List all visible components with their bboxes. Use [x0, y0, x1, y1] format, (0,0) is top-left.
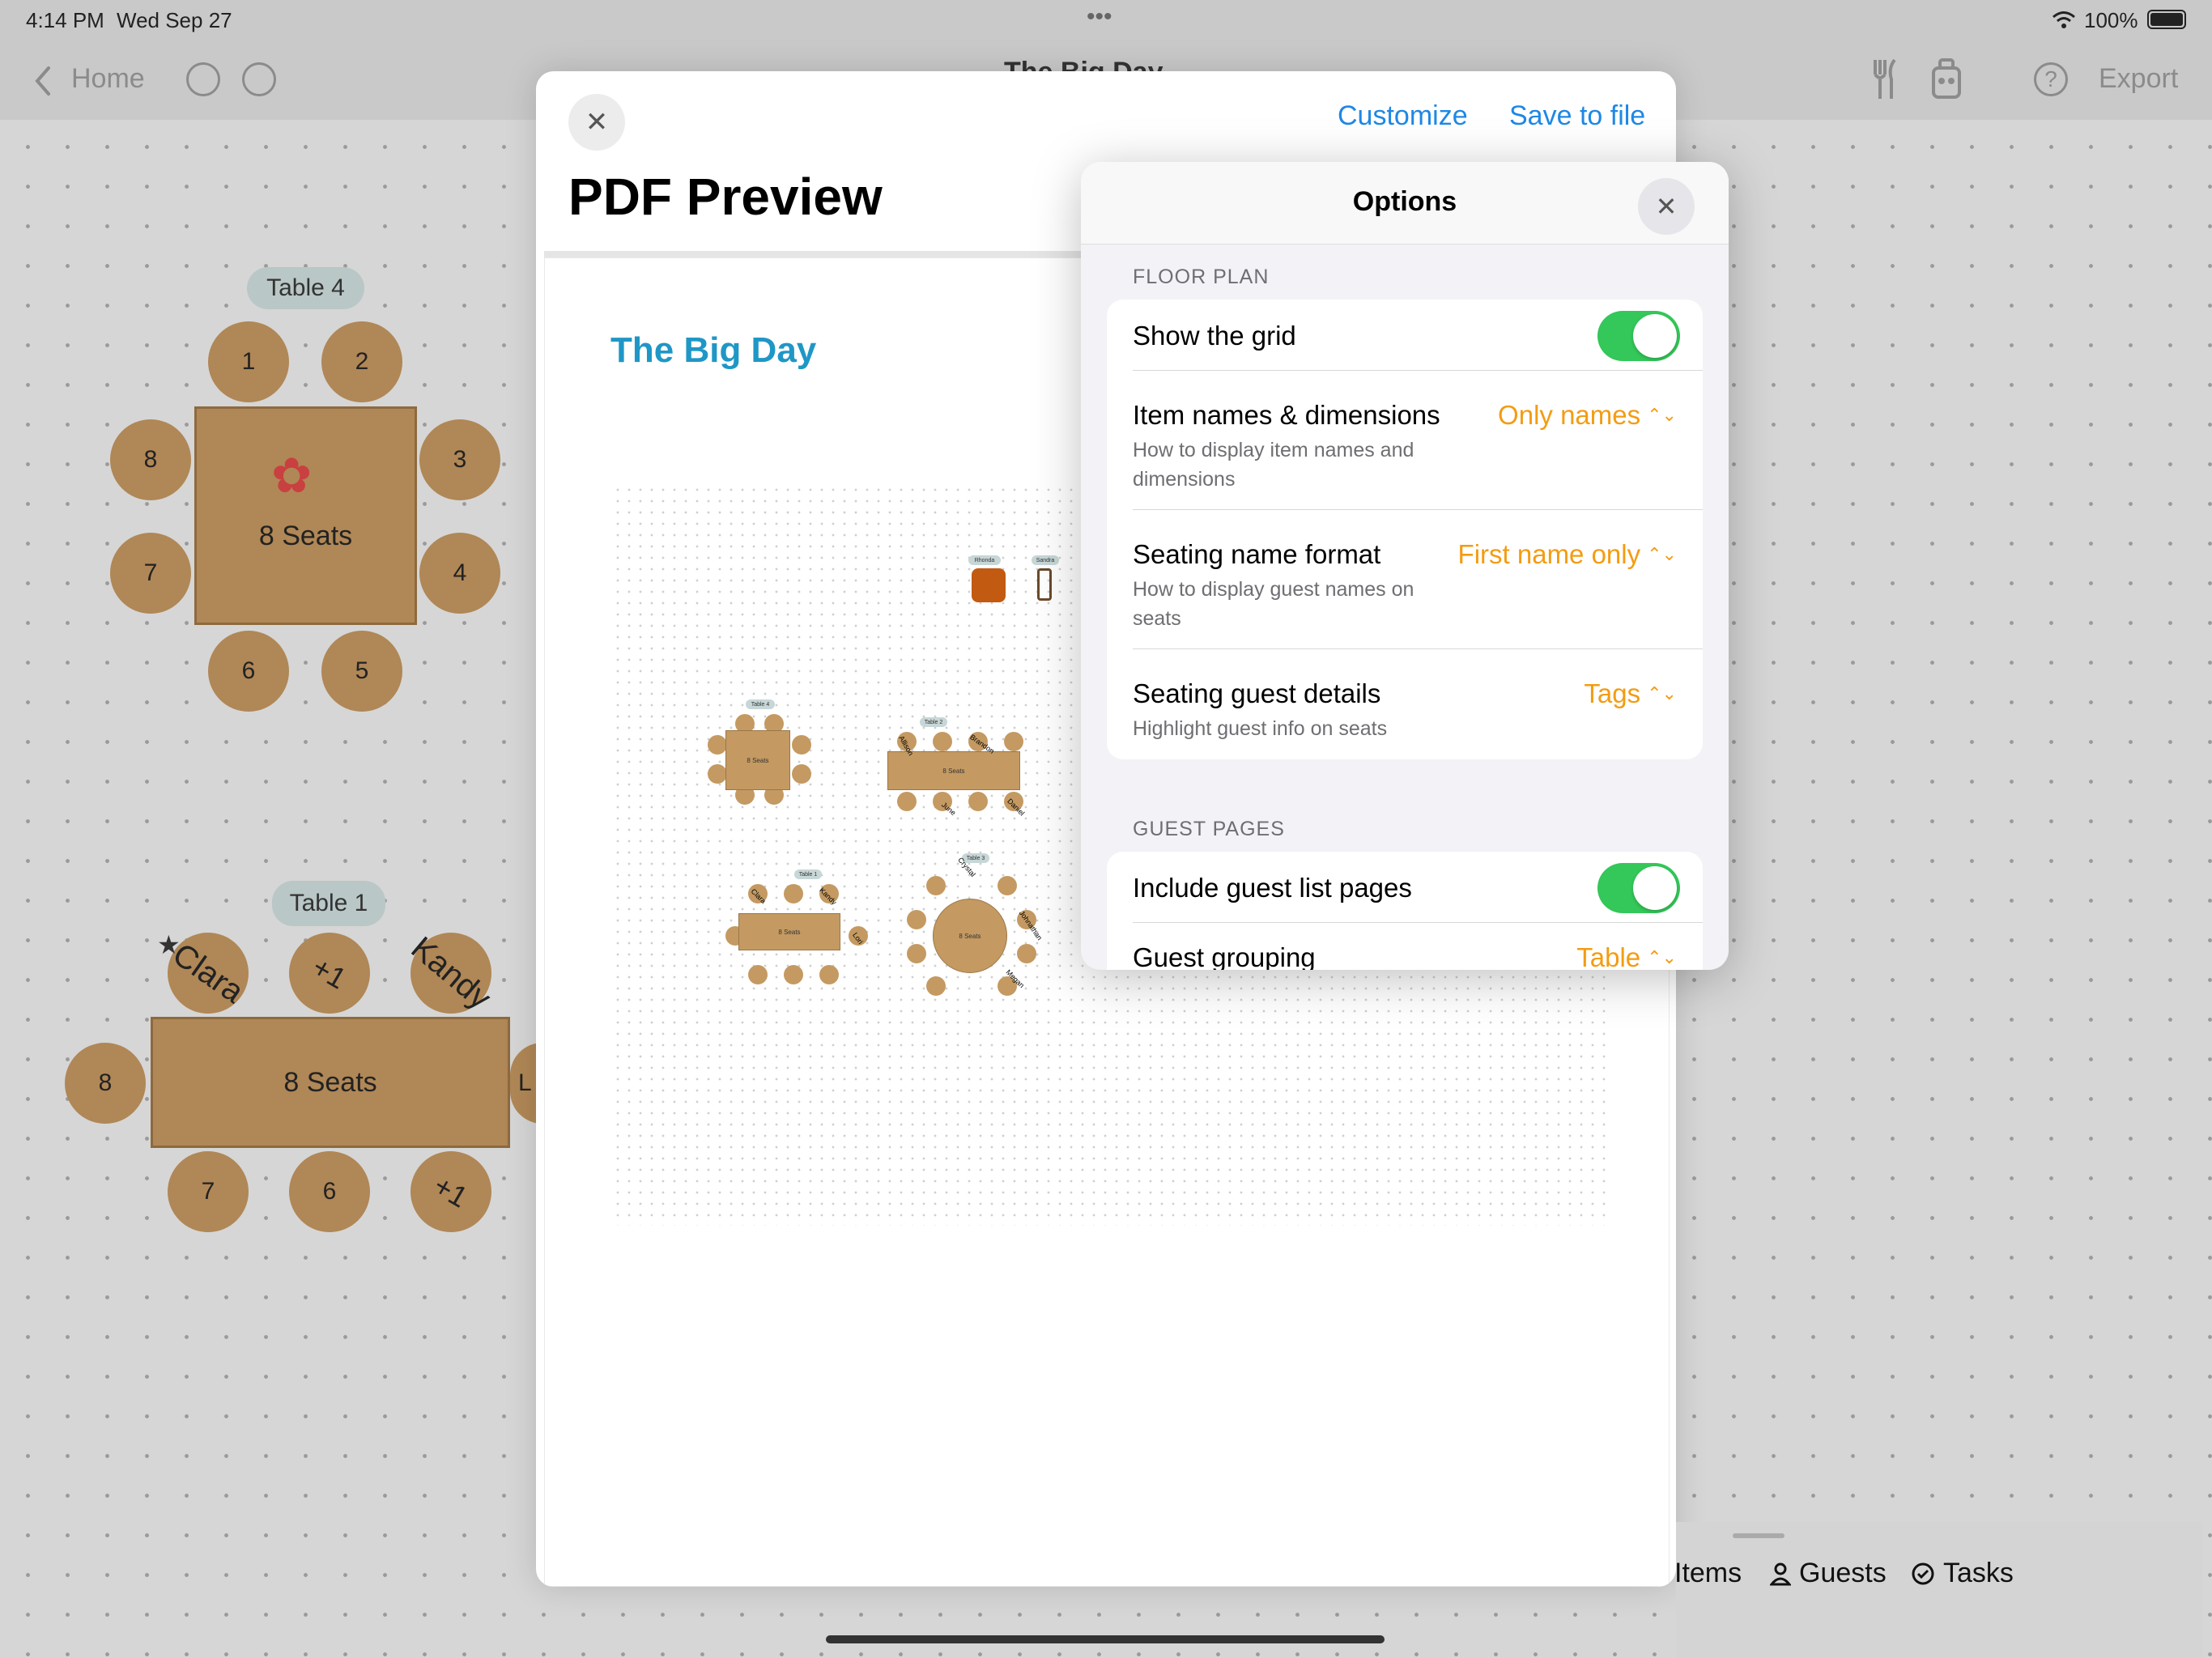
table-1-tag[interactable]: Table 1 — [272, 881, 385, 926]
table-4-seat-count: 8 Seats — [258, 520, 353, 551]
undo-icon[interactable] — [186, 62, 220, 96]
sheet-title: PDF Preview — [568, 168, 883, 226]
guest-grouping-picker[interactable]: Table ⌃⌄ — [1576, 942, 1677, 970]
seat-plus-one[interactable]: +1 — [289, 933, 370, 1014]
multitask-dots[interactable]: ••• — [1087, 3, 1112, 31]
star-icon: ★ — [157, 930, 181, 959]
mini-tag: Rhonda — [968, 555, 1001, 565]
seating-name-row[interactable]: Seating name format How to display guest… — [1107, 510, 1703, 649]
floor-plan-section-header: FLOOR PLAN — [1133, 266, 1270, 288]
bottom-panel — [1676, 1522, 2202, 1658]
guest-pages-section-header: GUEST PAGES — [1133, 818, 1285, 840]
help-button[interactable]: ? — [2034, 62, 2068, 96]
mini-table-3: 8 Seats — [933, 899, 1007, 973]
chevron-up-down-icon: ⌃⌄ — [1647, 947, 1677, 967]
dining-icon[interactable] — [1870, 57, 1899, 102]
person-icon — [1770, 1562, 1791, 1585]
mini-tag: Table 4 — [746, 699, 775, 709]
guest-pages-group: Include guest list pages Guest grouping … — [1107, 852, 1703, 970]
wifi-icon — [2052, 11, 2075, 28]
close-icon: ✕ — [585, 107, 609, 138]
mini-table-1: 8 Seats — [738, 913, 840, 950]
show-grid-toggle[interactable] — [1597, 311, 1680, 361]
include-guest-toggle[interactable] — [1597, 863, 1680, 913]
battery-icon — [2147, 10, 2186, 29]
seat[interactable]: 3 — [419, 419, 500, 500]
seat[interactable]: 8 — [65, 1043, 146, 1124]
customize-button[interactable]: Customize — [1338, 100, 1468, 132]
item-names-picker[interactable]: Only names ⌃⌄ — [1498, 400, 1677, 431]
close-button[interactable]: ✕ — [568, 94, 625, 151]
flowers-icon: ✿ — [271, 449, 313, 503]
item-names-description: How to display item names and dimensions — [1133, 439, 1414, 491]
mini-tag: Table 1 — [794, 869, 822, 879]
show-grid-row[interactable]: Show the grid — [1107, 300, 1703, 371]
tab-tasks[interactable]: Tasks — [1911, 1558, 2014, 1589]
checkmark-circle-icon — [1912, 1562, 1934, 1584]
seating-chart-icon[interactable] — [1929, 57, 1964, 102]
tab-guests[interactable]: Guests — [1770, 1558, 1887, 1589]
chevron-up-down-icon: ⌃⌄ — [1647, 405, 1677, 425]
seat[interactable]: 7 — [168, 1151, 249, 1232]
back-button[interactable]: Home — [71, 63, 145, 95]
export-button[interactable]: Export — [2099, 63, 2178, 95]
seat-plus-one[interactable]: +1 — [410, 1151, 491, 1232]
table-4-tag[interactable]: Table 4 — [247, 267, 364, 309]
show-grid-label: Show the grid — [1133, 321, 1296, 351]
include-guest-label: Include guest list pages — [1133, 873, 1412, 903]
seating-details-picker[interactable]: Tags ⌃⌄ — [1584, 678, 1677, 709]
mini-table-4: 8 Seats — [725, 730, 790, 790]
options-header: Options ✕ — [1081, 162, 1729, 244]
mini-tag: Sandra — [1032, 555, 1059, 565]
home-indicator[interactable] — [826, 1635, 1385, 1643]
seat[interactable]: 7 — [110, 533, 191, 614]
seating-details-description: Highlight guest info on seats — [1133, 717, 1388, 740]
drag-handle[interactable] — [1733, 1533, 1784, 1538]
seating-details-label: Seating guest details — [1133, 678, 1381, 708]
chair-icon — [1037, 568, 1052, 601]
options-close-button[interactable]: ✕ — [1638, 178, 1695, 235]
mini-table-2: 8 Seats — [887, 751, 1020, 790]
status-date: Wed Sep 27 — [117, 8, 232, 32]
chevron-left-icon[interactable] — [32, 65, 52, 97]
save-to-file-button[interactable]: Save to file — [1509, 100, 1645, 132]
include-guest-row[interactable]: Include guest list pages — [1107, 852, 1703, 923]
seat[interactable]: 5 — [321, 631, 402, 712]
seating-details-row[interactable]: Seating guest details Highlight guest in… — [1107, 649, 1703, 759]
tab-items[interactable]: Items — [1674, 1558, 1742, 1589]
mini-tag: Table 2 — [920, 717, 947, 727]
close-icon: ✕ — [1655, 192, 1678, 221]
options-popover: Options ✕ FLOOR PLAN Show the grid Item … — [1081, 162, 1729, 970]
table-1[interactable]: 8 Seats — [151, 1017, 510, 1148]
table-4[interactable]: ✿ 8 Seats — [194, 406, 417, 625]
seat-kandy[interactable]: Kandy — [405, 929, 498, 1016]
seat[interactable]: 6 — [208, 631, 289, 712]
guest-grouping-label: Guest grouping — [1133, 942, 1316, 970]
options-title: Options — [1352, 186, 1457, 217]
chevron-up-down-icon: ⌃⌄ — [1647, 544, 1677, 564]
guest-grouping-row[interactable]: Guest grouping Table ⌃⌄ — [1107, 923, 1703, 970]
seat[interactable]: 1 — [208, 321, 289, 402]
seat[interactable]: 4 — [419, 533, 500, 614]
floor-plan-group: Show the grid Item names & dimensions Ho… — [1107, 300, 1703, 759]
seat[interactable]: 8 — [110, 419, 191, 500]
item-names-row[interactable]: Item names & dimensions How to display i… — [1107, 371, 1703, 510]
seat[interactable]: 6 — [289, 1151, 370, 1232]
seating-name-picker[interactable]: First name only ⌃⌄ — [1458, 539, 1677, 570]
pdf-page-title: The Big Day — [610, 330, 817, 370]
seat[interactable]: 2 — [321, 321, 402, 402]
armchair-icon — [972, 568, 1006, 602]
seating-name-label: Seating name format — [1133, 539, 1381, 569]
redo-icon[interactable] — [242, 62, 276, 96]
battery-percent: 100% — [2084, 8, 2138, 32]
item-names-label: Item names & dimensions — [1133, 400, 1440, 430]
chevron-up-down-icon: ⌃⌄ — [1647, 683, 1677, 704]
seating-name-description: How to display guest names on seats — [1133, 578, 1414, 630]
status-time: 4:14 PM — [26, 8, 104, 32]
